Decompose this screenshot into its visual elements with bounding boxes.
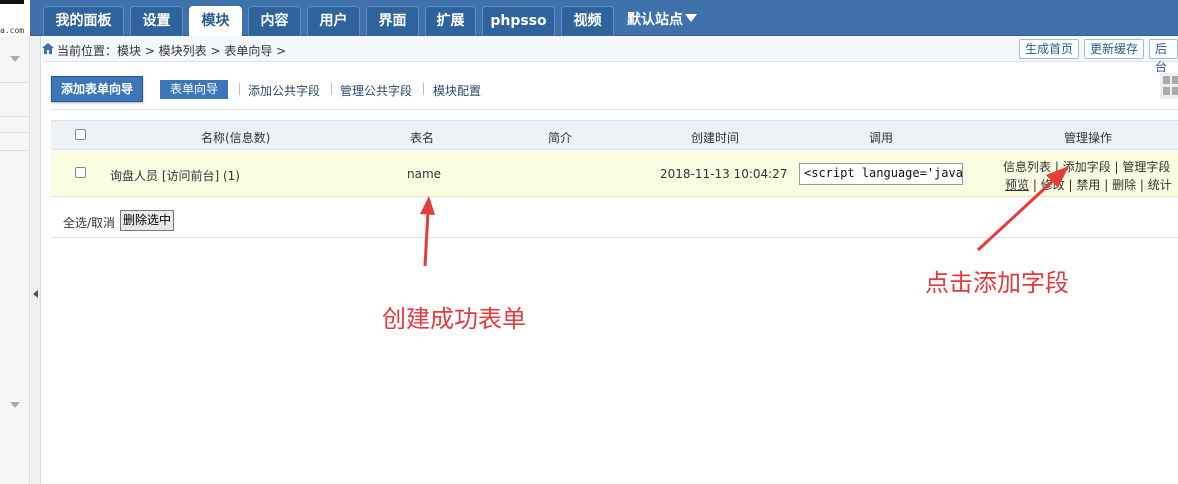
add-field-link[interactable]: 添加字段 — [1063, 160, 1111, 174]
row-checkbox[interactable] — [75, 167, 86, 178]
tab-video[interactable]: 视频 — [561, 6, 614, 36]
form-name: 询盘人员 [访问前台] (1) — [110, 169, 240, 183]
stats-link[interactable]: 统计 — [1148, 178, 1172, 192]
form-wizard-tab[interactable]: 表单向导 — [160, 80, 228, 99]
select-all-checkbox[interactable] — [75, 129, 86, 140]
table-header: 名称(信息数) 表名 简介 创建时间 调用 管理操作 — [51, 120, 1178, 150]
backend-button[interactable]: 后台 — [1149, 39, 1178, 74]
breadcrumb: 当前位置：模块 > 模块列表 > 表单向导 > — [57, 44, 287, 58]
add-form-wizard-button[interactable]: 添加表单向导 — [51, 76, 143, 102]
col-ops: 管理操作 — [1064, 131, 1113, 145]
tab-modules[interactable]: 模块 — [189, 6, 242, 36]
delete-link[interactable]: 删除 — [1112, 178, 1136, 192]
tab-phpsso[interactable]: phpsso — [482, 6, 555, 36]
grid-view-icon[interactable] — [1160, 73, 1178, 99]
sidebar-toggle[interactable] — [31, 36, 41, 484]
manage-field-link[interactable]: 管理字段 — [1122, 160, 1170, 174]
ops-line-2: 预览 | 修改 | 禁用 | 删除 | 统计 — [1005, 178, 1172, 192]
caret-down-icon — [685, 14, 697, 22]
add-public-field-link[interactable]: 添加公共字段 — [248, 82, 320, 99]
form-created-time: 2018-11-13 10:04:27 — [660, 167, 788, 181]
table-row: 询盘人员 [访问前台] (1) name 2018-11-13 10:04:27… — [51, 151, 1178, 197]
col-name: 名称(信息数) — [201, 131, 271, 145]
site-label: 默认站点 — [627, 12, 683, 28]
col-created: 创建时间 — [691, 131, 740, 145]
table-footer: 全选/取消 删除选中 — [51, 198, 1178, 238]
breadcrumb-bar: 当前位置：模块 > 模块列表 > 表单向导 > 生成首页 更新缓存 后台 — [42, 36, 1178, 74]
col-intro: 简介 — [548, 131, 573, 145]
site-selector[interactable]: 默认站点 — [627, 9, 697, 29]
logo: a.com — [0, 0, 30, 36]
tab-content[interactable]: 内容 — [248, 6, 301, 36]
col-call: 调用 — [869, 131, 894, 145]
update-cache-button[interactable]: 更新缓存 — [1084, 39, 1145, 59]
select-all-toggle[interactable]: 全选/取消 — [63, 214, 115, 231]
edit-link[interactable]: 修改 — [1041, 178, 1065, 192]
col-table-name: 表名 — [410, 131, 435, 145]
info-list-link[interactable]: 信息列表 — [1003, 160, 1051, 174]
chevron-down-icon[interactable] — [10, 56, 20, 62]
logo-text: a.com — [0, 26, 25, 35]
call-code-field[interactable]: <script language='javascr — [799, 163, 963, 185]
preview-link[interactable]: 预览 — [1005, 178, 1029, 192]
collapse-arrow-icon — [33, 290, 38, 298]
sidebar — [0, 36, 30, 484]
delete-selected-button[interactable]: 删除选中 — [120, 210, 175, 231]
sub-nav: 添加表单向导 表单向导 添加公共字段 管理公共字段 模块配置 — [51, 73, 1178, 105]
tab-users[interactable]: 用户 — [307, 6, 360, 36]
annotation-arrows — [420, 166, 1069, 267]
annotation-click-add-field: 点击添加字段 — [925, 269, 1069, 297]
tab-interface[interactable]: 界面 — [366, 6, 419, 36]
disable-link[interactable]: 禁用 — [1076, 178, 1100, 192]
ops-line-1: 信息列表 | 添加字段 | 管理字段 — [1003, 160, 1171, 174]
annotation-created-form: 创建成功表单 — [382, 305, 526, 333]
tab-settings[interactable]: 设置 — [130, 6, 183, 36]
manage-public-field-link[interactable]: 管理公共字段 — [340, 82, 412, 99]
tab-extend[interactable]: 扩展 — [425, 6, 476, 36]
generate-home-button[interactable]: 生成首页 — [1019, 39, 1080, 59]
chevron-down-icon[interactable] — [10, 402, 20, 408]
top-nav: a.com 我的面板 设置 模块 内容 用户 界面 扩展 phpsso 视频 默… — [0, 0, 1178, 36]
module-config-link[interactable]: 模块配置 — [433, 82, 481, 99]
form-table-name: name — [407, 167, 442, 181]
home-icon — [42, 43, 54, 54]
tab-my-panel[interactable]: 我的面板 — [43, 6, 124, 36]
